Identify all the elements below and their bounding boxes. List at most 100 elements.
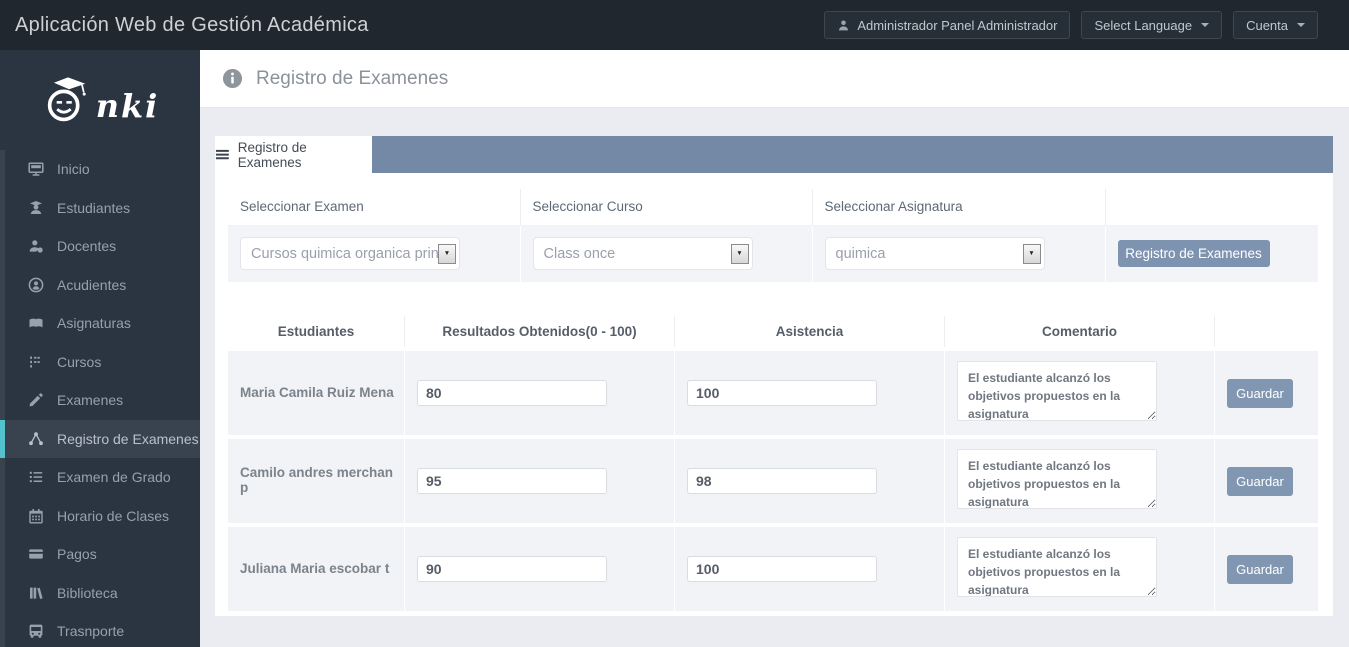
caret-down-icon — [1297, 23, 1305, 27]
sidebar-item-acudientes[interactable]: Acudientes — [0, 266, 200, 305]
table-row: Camilo andres merchan p El estudiante alc… — [228, 435, 1318, 523]
sidebar-item-registro-de-examenes[interactable]: Registro de Examenes — [0, 420, 200, 459]
admin-panel-label: Administrador Panel Administrador — [857, 18, 1057, 33]
comment-cell: El estudiante alcanzó los objetivos prop… — [945, 347, 1215, 435]
course-select-value: Class once — [534, 246, 731, 262]
result-input[interactable] — [417, 556, 607, 582]
save-button[interactable]: Guardar — [1227, 555, 1293, 584]
sidebar-item-examen-de-grado[interactable]: Examen de Grado — [0, 458, 200, 497]
content: Registro de Examenes Seleccionar Examen … — [200, 108, 1349, 616]
column-header-estudiantes: Estudiantes — [228, 316, 405, 347]
tab-registro-de-examenes[interactable]: Registro de Examenes — [215, 136, 372, 173]
sidebar-item-label: Asignaturas — [57, 315, 131, 331]
course-select[interactable]: Class once ▼ — [533, 237, 753, 270]
save-button[interactable]: Guardar — [1227, 379, 1293, 408]
sidebar-item-horario-de-clases[interactable]: Horario de Clases — [0, 497, 200, 536]
attendance-cell — [675, 523, 945, 611]
student-name: Juliana Maria escobar t — [228, 561, 389, 576]
calendar-icon — [28, 508, 46, 524]
action-cell: Guardar — [1215, 347, 1318, 435]
sidebar-item-label: Estudiantes — [57, 200, 130, 216]
guardian-icon — [28, 277, 46, 293]
admin-panel-button[interactable]: Administrador Panel Administrador — [824, 11, 1070, 39]
registro-de-examenes-button[interactable]: Registro de Examenes — [1118, 240, 1270, 267]
pencil-icon — [28, 392, 46, 408]
page-header: Registro de Examenes — [200, 50, 1349, 108]
list-icon — [28, 469, 46, 485]
credit-card-icon — [28, 546, 46, 562]
comment-cell: El estudiante alcanzó los objetivos prop… — [945, 523, 1215, 611]
subject-select-value: quimica — [826, 246, 1023, 262]
student-icon — [28, 200, 46, 216]
comment-textarea[interactable]: El estudiante alcanzó los objetivos prop… — [957, 449, 1157, 509]
dropdown-arrow-icon[interactable]: ▼ — [731, 244, 749, 264]
attendance-input[interactable] — [687, 380, 877, 406]
sidebar-item-label: Horario de Clases — [57, 508, 169, 524]
sidebar-item-label: Examenes — [57, 392, 123, 408]
table-row: Maria Camila Ruiz Mena El estudiante alca… — [228, 347, 1318, 435]
book-icon — [28, 315, 46, 331]
sidebar-item-cursos[interactable]: Cursos — [0, 343, 200, 382]
student-name: Camilo andres merchan p — [228, 465, 404, 495]
column-header-comentario: Comentario — [945, 316, 1215, 347]
sidebar-item-label: Inicio — [57, 161, 90, 177]
action-cell: Guardar — [1215, 435, 1318, 523]
tab-bar: Registro de Examenes — [215, 136, 1333, 173]
sidebar-item-examenes[interactable]: Examenes — [0, 381, 200, 420]
student-cell: Juliana Maria escobar t — [228, 523, 405, 611]
sidebar-item-estudiantes[interactable]: Estudiantes — [0, 189, 200, 228]
main-area: Registro de Examenes Registro de Examene… — [200, 0, 1349, 616]
sidebar-item-inicio[interactable]: Inicio — [0, 150, 200, 189]
menu-icon — [215, 147, 230, 162]
page-title: Registro de Examenes — [256, 68, 448, 90]
caret-down-icon — [1201, 23, 1209, 27]
comment-textarea[interactable]: El estudiante alcanzó los objetivos prop… — [957, 537, 1157, 597]
sidebar-item-biblioteca[interactable]: Biblioteca — [0, 574, 200, 613]
sidebar-item-trasnporte[interactable]: Trasnporte — [0, 612, 200, 647]
bus-icon — [28, 623, 46, 639]
teacher-icon — [28, 238, 46, 254]
subject-select[interactable]: quimica ▼ — [825, 237, 1045, 270]
result-cell — [405, 435, 675, 523]
sidebar-item-docentes[interactable]: Docentes — [0, 227, 200, 266]
filter-label-empty — [1105, 189, 1318, 225]
exam-select-value: Cursos quimica organica prin — [241, 246, 438, 262]
save-button[interactable]: Guardar — [1227, 467, 1293, 496]
topbar-actions: Administrador Panel Administrador Select… — [824, 11, 1318, 39]
filters-table: Seleccionar Examen Seleccionar Curso Sel… — [228, 189, 1318, 282]
attendance-cell — [675, 347, 945, 435]
user-icon — [837, 19, 850, 32]
result-cell — [405, 347, 675, 435]
tab-panel: Seleccionar Examen Seleccionar Curso Sel… — [215, 173, 1333, 616]
subject-select-cell: quimica ▼ — [812, 225, 1105, 282]
courses-icon — [28, 354, 46, 370]
results-header-row: Estudiantes Resultados Obtenidos(0 - 100… — [228, 316, 1318, 347]
attendance-input[interactable] — [687, 468, 877, 494]
exam-select[interactable]: Cursos quimica organica prin ▼ — [240, 237, 460, 270]
result-input[interactable] — [417, 380, 607, 406]
sidebar-item-pagos[interactable]: Pagos — [0, 535, 200, 574]
account-button[interactable]: Cuenta — [1233, 11, 1318, 39]
comment-textarea[interactable]: El estudiante alcanzó los objetivos prop… — [957, 361, 1157, 421]
select-language-label: Select Language — [1094, 18, 1192, 33]
info-icon — [222, 68, 243, 89]
logo-text: nki — [96, 87, 160, 125]
result-cell — [405, 523, 675, 611]
sidebar-item-asignaturas[interactable]: Asignaturas — [0, 304, 200, 343]
sidebar-item-label: Docentes — [57, 238, 116, 254]
result-input[interactable] — [417, 468, 607, 494]
share-nodes-icon — [28, 431, 46, 447]
app-logo[interactable]: nki — [0, 50, 200, 150]
student-cell: Camilo andres merchan p — [228, 435, 405, 523]
student-cell: Maria Camila Ruiz Mena — [228, 347, 405, 435]
dropdown-arrow-icon[interactable]: ▼ — [1023, 244, 1041, 264]
exam-select-cell: Cursos quimica organica prin ▼ — [228, 225, 520, 282]
sidebar-item-label: Pagos — [57, 546, 97, 562]
comment-cell: El estudiante alcanzó los objetivos prop… — [945, 435, 1215, 523]
attendance-input[interactable] — [687, 556, 877, 582]
account-label: Cuenta — [1246, 18, 1288, 33]
select-language-button[interactable]: Select Language — [1081, 11, 1222, 39]
sidebar: nki Inicio Estudiantes Docentes Acudientes A… — [0, 50, 200, 647]
sidebar-item-label: Examen de Grado — [57, 469, 171, 485]
dropdown-arrow-icon[interactable]: ▼ — [438, 244, 456, 264]
